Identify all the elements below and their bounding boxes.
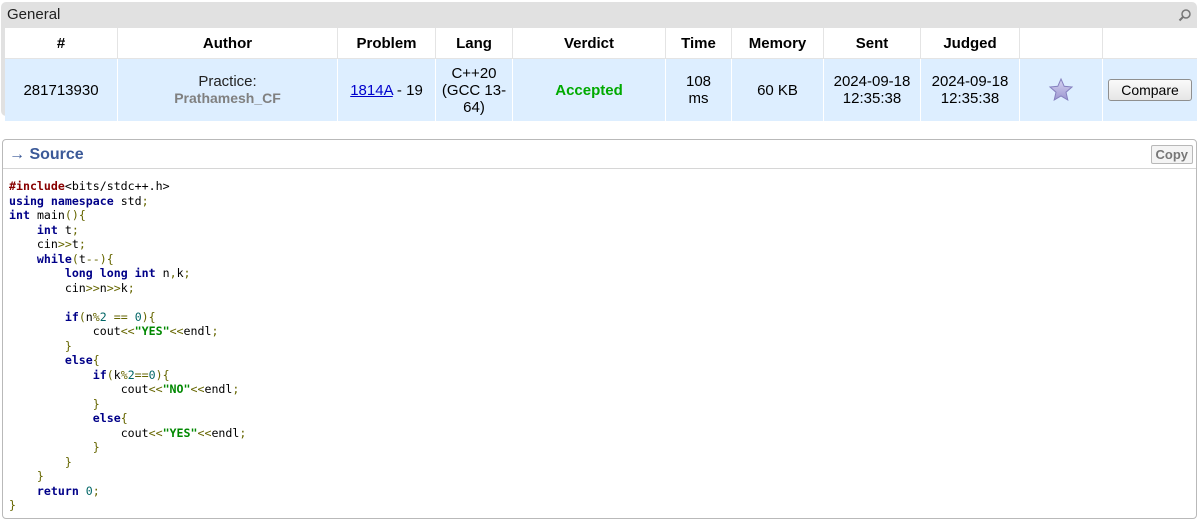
general-title: General [7,6,61,23]
compare-button[interactable]: Compare [1108,79,1192,101]
problem-cell: 1814A - 19 [337,58,436,121]
verdict-accepted: Accepted [555,81,623,99]
code-line: int t; [36,222,79,237]
col-verdict: Verdict [512,28,666,59]
code-line: else{ [64,353,100,367]
lang-line-1: C++20 [451,64,497,82]
lang-line-3: 64) [463,98,485,116]
compare-cell: Compare [1102,58,1197,121]
col-judged: Judged [920,28,1020,59]
judged-time: 12:35:38 [940,90,1000,107]
time-cell: 108 ms [665,58,732,121]
author-cell: Practice: Prathamesh_CF [117,58,338,121]
time-unit: ms [688,90,709,107]
copy-button[interactable]: Copy [1150,145,1193,164]
problem-suffix: - 19 [392,81,423,99]
submission-id: 281713930 [5,58,118,121]
lang-line-2: (GCC 13- [441,81,507,99]
code-line: } [36,469,44,483]
judged-date: 2024-09-18 [931,73,1009,90]
sent-cell: 2024-09-18 12:35:38 [823,58,921,121]
code-line: cin>>n>>k; [64,280,135,295]
judged-cell: 2024-09-18 12:35:38 [920,58,1020,121]
time-value: 108 [685,73,712,90]
code-line: } [92,396,100,411]
code-line: if(n%2 == 0){ [64,309,156,324]
col-problem: Problem [337,28,436,59]
code-line: return 0; [36,483,100,498]
code-line: cout<<"YES"<<endl; [92,324,219,338]
author-practice-label: Practice: [198,73,257,90]
general-panel: General # Author Problem Lang Verdict Ti… [1,2,1197,121]
submission-table: # Author Problem Lang Verdict Time Memor… [5,28,1197,121]
col-lang: Lang [435,28,513,59]
code-line: using namespace std; [9,193,149,208]
code-line: } [92,440,100,454]
source-code: #include<bits/stdc++.h> using namespace … [9,179,246,513]
col-memory: Memory [731,28,824,59]
code-line: if(k%2==0){ [92,367,170,382]
col-sent: Sent [823,28,921,59]
code-line: } [64,454,72,469]
favourite-cell [1019,58,1103,121]
source-title[interactable]: → Source [9,146,84,164]
code-line: while(t--){ [36,251,114,266]
author-handle-link[interactable]: Prathamesh_CF [119,90,336,107]
col-id: # [5,28,118,59]
lang-cell: C++20 (GCC 13- 64) [435,58,513,121]
sent-time: 12:35:38 [842,90,902,107]
col-time: Time [665,28,732,59]
code-line: else{ [92,411,128,425]
col-author: Author [117,28,338,59]
verdict-cell: Accepted [512,58,666,121]
magnifier-icon[interactable] [1178,8,1192,22]
problem-link[interactable]: 1814A [350,82,393,99]
source-header: → Source Copy [3,140,1196,169]
sent-date: 2024-09-18 [833,73,911,90]
code-line: cout<<"YES"<<endl; [120,425,247,440]
code-line: int main(){ [9,208,86,222]
col-compare [1102,28,1197,59]
table-row: 281713930 Practice: Prathamesh_CF 1814A … [5,58,1197,121]
col-favourite [1019,28,1103,59]
code-line: } [64,338,72,353]
code-line: long long int n,k; [64,266,191,280]
code-line: cin>>t; [36,237,86,251]
star-icon[interactable] [1048,77,1074,103]
source-panel: → Source Copy #include<bits/stdc++.h> us… [2,139,1197,519]
code-line: #include<bits/stdc++.h> [9,179,170,193]
code-line: } [9,498,16,512]
table-header-row: # Author Problem Lang Verdict Time Memor… [5,28,1197,59]
code-line: cout<<"NO"<<endl; [120,382,240,396]
memory-cell: 60 KB [731,58,824,121]
